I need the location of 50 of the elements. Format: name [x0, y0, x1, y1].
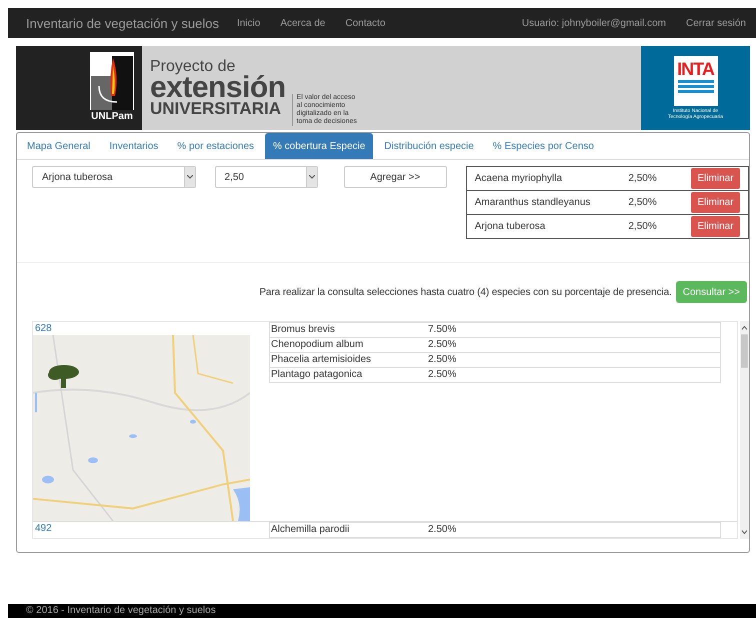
tab[interactable]: % Especies por Censo — [484, 133, 602, 159]
banner-title: extensión — [150, 74, 286, 100]
tab[interactable]: Distribución especie — [376, 133, 482, 159]
logo-text: INTA — [677, 59, 714, 79]
table-cell: 2,50% — [620, 190, 672, 214]
caret-icon — [308, 175, 315, 179]
instruction-text: Para realizar la consulta selecciones hasta cuatro (4) especies con su porcentaje de presencia. — [259, 286, 672, 298]
caret-icon — [186, 175, 193, 179]
table-cell: Plantago patagonica — [270, 368, 427, 382]
tab[interactable]: Mapa General — [19, 133, 98, 159]
table-cell: Phacelia artemisioides — [270, 352, 427, 368]
scrollbar[interactable] — [740, 321, 749, 539]
user-label: Usuario: johnyboiler@gmail.com — [522, 18, 666, 28]
table-cell: Bromus brevis — [270, 322, 427, 338]
nav-link[interactable]: Acerca de — [280, 18, 326, 28]
record-link[interactable]: 628 — [33, 322, 269, 335]
nav-link[interactable]: Contacto — [345, 18, 386, 28]
table-cell: 2.50% — [427, 338, 720, 352]
table-cell: 2.50% — [427, 522, 720, 538]
table-cell: 2.50% — [427, 352, 720, 368]
brand-link[interactable]: Inventario de vegetación y suelos — [26, 16, 219, 30]
percent-select[interactable]: 2,50 — [214, 166, 318, 188]
table-cell: 2.50% — [427, 368, 720, 382]
table-cell: 7.50% — [427, 322, 720, 338]
remove-button[interactable]: Eliminar — [691, 168, 740, 189]
table-cell: Amaranthus standleyanus — [466, 190, 620, 214]
table-cell: Alchemilla parodii — [270, 522, 427, 538]
add-button[interactable]: Agregar >> — [344, 166, 447, 188]
stripes-icon — [678, 79, 714, 93]
logout-link[interactable]: Cerrar sesión — [686, 18, 746, 28]
table-cell: Arjona tuberosa — [466, 214, 620, 238]
consult-button[interactable]: Consultar >> — [676, 281, 747, 303]
table-cell: 2,50% — [620, 214, 672, 238]
remove-button[interactable]: Eliminar — [691, 192, 740, 213]
banner-title: Proyecto de — [150, 58, 236, 75]
tree-icon[interactable] — [47, 363, 81, 389]
tab[interactable]: % cobertura Especie — [265, 133, 374, 159]
nav-link[interactable]: Inicio — [236, 18, 260, 28]
table-cell: Chenopodium album — [270, 338, 427, 352]
species-select[interactable]: Arjona tuberosa — [32, 166, 196, 188]
footer-text: © 2016 - Inventario de vegetación y suelos — [8, 604, 756, 618]
table-cell: 2,50% — [620, 166, 672, 190]
table-cell: Acaena myriophylla — [466, 166, 620, 190]
flame-icon — [91, 56, 133, 110]
banner-title: UNIVERSITARIA — [150, 100, 282, 118]
tab[interactable]: % por estaciones — [169, 133, 262, 159]
logo-text: UNLPam — [90, 110, 134, 124]
remove-button[interactable]: Eliminar — [691, 216, 740, 237]
tab[interactable]: Inventarios — [101, 133, 166, 159]
record-link[interactable]: 492 — [33, 522, 269, 535]
